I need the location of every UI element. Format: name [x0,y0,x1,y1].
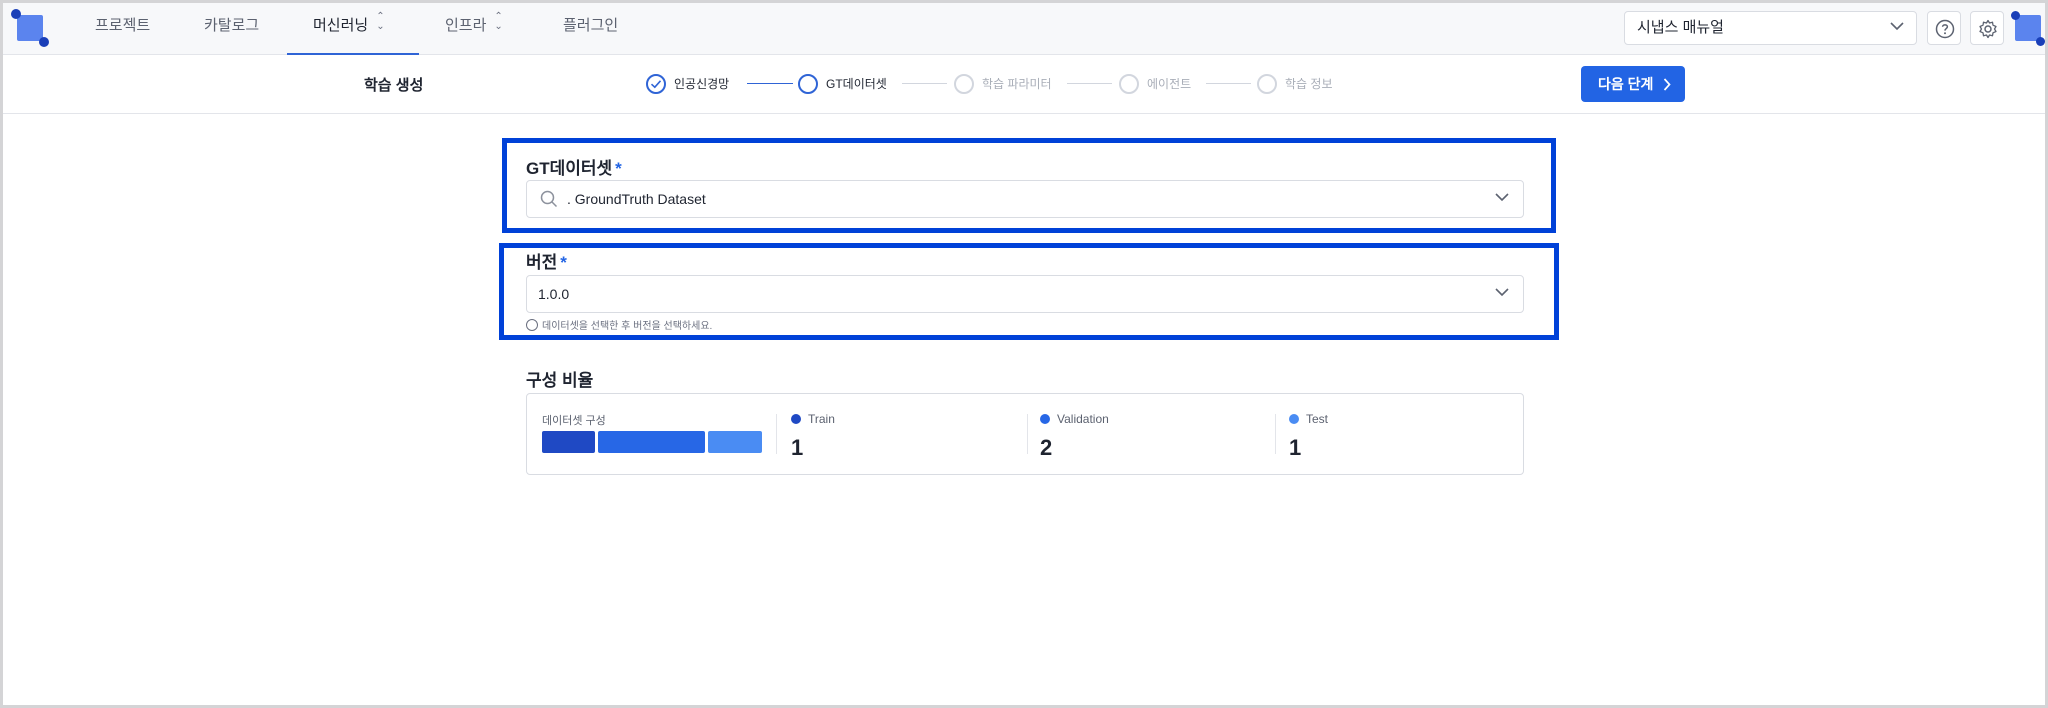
test-ratio-bar [708,431,762,453]
train-stat-name: Train [808,412,835,426]
validation-stat-name: Validation [1057,412,1109,426]
next-step-label: 다음 단계 [1598,76,1654,92]
next-step-button[interactable]: 다음 단계 [1581,66,1685,102]
version-hint: 데이터셋을 선택한 후 버전을 선택하세요. [526,319,712,334]
validation-legend-dot [1040,414,1050,424]
info-icon [526,319,538,331]
step-label: 에이전트 [1147,77,1192,91]
top-navigation: 프로젝트 카탈로그 머신러닝 ⌃ ⌄ 인프라 ⌃ ⌄ 플러그인 시냅스 매뉴얼 [3,3,2045,55]
settings-button[interactable] [1970,11,2004,45]
version-select[interactable]: 1.0.0 [526,275,1524,313]
ratio-card: 데이터셋 구성 Train 1 Validation 2 Test 1 [526,393,1524,475]
chevron-down-icon [1890,22,1904,31]
help-button[interactable] [1927,11,1961,45]
gt-dataset-select[interactable]: . GroundTruth Dataset [526,180,1524,218]
train-ratio-bar [542,431,595,453]
train-legend-dot [791,414,801,424]
step-connector [1206,83,1251,84]
test-stat-name: Test [1306,412,1329,426]
gt-dataset-value: . GroundTruth Dataset [567,191,706,207]
app-logo[interactable] [11,9,49,47]
train-stat-value: 1 [791,435,804,460]
chevron-up-down-icon: ⌃ ⌄ [376,11,385,32]
nav-item-label: 인프라 [445,17,487,34]
chevron-right-icon [1663,78,1671,91]
manual-select-value: 시냅스 매뉴얼 [1637,19,1724,36]
nav-item-label: 플러그인 [563,17,619,34]
nav-item-plugins[interactable]: 플러그인 [563,3,618,55]
step-label: 학습 파라미터 [982,77,1052,91]
divider [1027,414,1028,454]
validation-stat-value: 2 [1040,435,1053,460]
step-connector [1067,83,1112,84]
chevron-up-down-icon: ⌃ ⌄ [494,11,503,32]
avatar[interactable] [2011,11,2045,46]
nav-item-label: 머신러닝 [313,17,369,34]
nav-item-machine-learning[interactable]: 머신러닝 ⌃ ⌄ [313,3,385,55]
test-legend-dot [1289,414,1299,424]
step-connector [902,83,947,84]
divider [776,414,777,454]
step-label: GT데이터셋 [826,77,887,91]
step-label: 학습 정보 [1285,77,1333,91]
step-circle-icon [954,74,974,94]
version-value: 1.0.0 [538,286,570,302]
version-label: 버전 * [526,253,567,272]
nav-item-infra[interactable]: 인프라 ⌃ ⌄ [445,3,503,55]
help-icon [1935,19,1955,39]
version-hint-text: 데이터셋을 선택한 후 버전을 선택하세요. [542,321,713,332]
page-title: 학습 생성 [364,77,424,94]
nav-item-catalog[interactable]: 카탈로그 [204,3,259,55]
manual-select[interactable]: 시냅스 매뉴얼 [1624,11,1917,45]
active-nav-indicator [287,53,419,55]
composition-label: 데이터셋 구성 [542,415,606,427]
validation-ratio-bar [598,431,705,453]
gear-icon [1979,19,1997,39]
divider [1275,414,1276,454]
chevron-down-icon [1495,288,1509,297]
step-circle-icon [1257,74,1277,94]
step-check-icon [646,74,666,94]
step-circle-icon [1119,74,1139,94]
step-connector [747,83,793,84]
gt-dataset-label: GT데이터셋 * [526,159,622,178]
nav-item-label: 프로젝트 [95,17,151,34]
test-stat-value: 1 [1289,435,1302,460]
ratio-section-title: 구성 비율 [526,371,594,390]
search-icon [540,190,558,208]
step-label: 인공신경망 [674,77,730,91]
nav-item-label: 카탈로그 [204,17,260,34]
step-circle-icon [798,74,818,94]
chevron-down-icon [1495,193,1509,202]
stepper-bar: 학습 생성 인공신경망 GT데이터셋 학습 파라미터 에이전트 학습 정보 다음… [3,56,2045,114]
nav-item-projects[interactable]: 프로젝트 [95,3,150,55]
